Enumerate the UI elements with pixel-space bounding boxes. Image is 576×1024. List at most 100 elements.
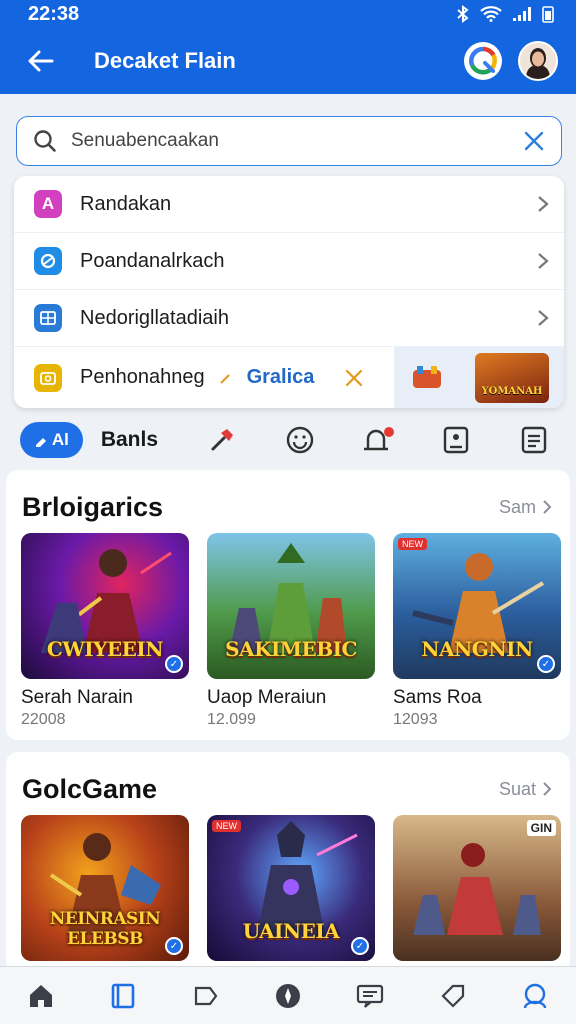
suggestion-thumbnails: YOMANAH [394, 347, 564, 408]
game-thumbnail: NEW NANGNIN ✓ [393, 533, 561, 679]
id-card-icon [443, 426, 469, 454]
see-all-link[interactable]: Sam [499, 497, 552, 518]
game-card[interactable]: NEW UAINEIA ✓ [207, 815, 375, 961]
game-thumbnail[interactable]: YOMANAH [475, 352, 549, 403]
back-button[interactable] [18, 39, 62, 83]
grid-icon [34, 304, 62, 332]
corner-badge: GIN [526, 820, 556, 836]
folder-icon [34, 363, 62, 392]
game-meta: 22008 [21, 711, 66, 728]
filter-icons [200, 418, 556, 462]
game-art-title: UAINEIA [242, 919, 340, 943]
status-time: 22:38 [28, 2, 80, 25]
search-icon [34, 130, 56, 152]
card-row: CWIYEEIN ✓ Serah Narain 22008 SAKIMEBIC … [6, 528, 570, 729]
nav-discover[interactable] [264, 972, 312, 1020]
section-games: GolcGame Suat NEINRASIN ELEBSB ✓ NEW UAI… [6, 752, 570, 972]
game-thumbnail: NEW UAINEIA ✓ [207, 815, 375, 961]
suggestion-item[interactable]: Penhonahneg Gralica YOMANAH [14, 347, 564, 408]
see-all-label: Sam [498, 496, 536, 517]
game-name: Sams Roa [393, 687, 482, 708]
status-icons [456, 5, 554, 23]
profile-icon [523, 983, 547, 1008]
game-card[interactable]: GIN [393, 815, 561, 961]
chevron-right-icon [538, 196, 549, 212]
thumbnail-title: YOMANAH [481, 385, 543, 397]
pencil-icon [219, 373, 230, 384]
letter-a-icon: A [34, 190, 62, 218]
suggestion-label: Randakan [80, 192, 172, 215]
verified-icon: ✓ [165, 655, 183, 673]
filter-all-label: Al [51, 430, 69, 449]
chevron-right-icon [543, 782, 552, 796]
game-thumbnail: SAKIMEBIC [207, 533, 375, 679]
app-bar: Decaket Flain [0, 28, 576, 94]
notification-icon [364, 427, 394, 451]
chevron-right-icon [538, 310, 549, 326]
game-meta: 12.099 [207, 711, 256, 728]
nav-profile[interactable] [511, 972, 559, 1020]
section-title: GolcGame [22, 773, 158, 804]
game-card[interactable]: CWIYEEIN ✓ Serah Narain 22008 [21, 533, 189, 729]
see-all-link[interactable]: Suat [499, 779, 552, 800]
game-card[interactable]: SAKIMEBIC Uaop Meraiun 12.099 [207, 533, 375, 729]
section-featured: Brloigarics Sam CWIYEEIN ✓ Serah Narain … [6, 470, 570, 740]
nav-messages[interactable] [346, 972, 394, 1020]
card-row: NEINRASIN ELEBSB ✓ NEW UAINEIA ✓ GIN [6, 810, 570, 961]
game-card[interactable]: NEINRASIN ELEBSB ✓ [21, 815, 189, 961]
bluetooth-icon [457, 5, 469, 23]
filter-label: Banls [100, 428, 158, 451]
game-art-title: SAKIMEBIC [225, 637, 357, 661]
suggestion-label: Penhonahneg [80, 366, 205, 388]
filter-all-chip[interactable]: Al [20, 422, 83, 458]
game-card[interactable]: NEW NANGNIN ✓ Sams Roa 12093 [393, 533, 561, 729]
new-badge: NEW [212, 820, 241, 832]
battery-icon [542, 6, 554, 23]
filter-list-button[interactable] [512, 418, 556, 462]
avatar[interactable] [518, 41, 558, 81]
suggestion-label: Poandanalrkach [80, 249, 225, 272]
section-header: GolcGame Suat [6, 752, 570, 810]
verified-icon: ✓ [165, 937, 183, 955]
message-icon [357, 984, 384, 1008]
page-title: Decaket Flain [94, 48, 236, 73]
hero-art-icon [413, 843, 541, 935]
clear-icon[interactable] [523, 130, 545, 152]
filter-notify-button[interactable] [356, 418, 400, 462]
assistant-button[interactable] [464, 42, 502, 80]
nav-tags[interactable] [429, 972, 477, 1020]
suggestion-item[interactable]: Nedorigllatadiaih [14, 290, 564, 347]
suggestion-item[interactable]: A Randakan [14, 176, 564, 233]
signal-icon [513, 7, 531, 21]
filter-card-button[interactable] [434, 418, 478, 462]
search-input[interactable] [71, 130, 523, 152]
close-icon[interactable] [344, 368, 364, 388]
game-name: Uaop Meraiun [207, 687, 327, 708]
game-thumbnail: GIN [393, 815, 561, 961]
label-icon [440, 984, 464, 1008]
shield-icon [34, 247, 62, 275]
compass-icon [275, 983, 300, 1008]
verified-icon: ✓ [351, 937, 369, 955]
status-bar: 22:38 [0, 0, 576, 28]
share-icon [194, 986, 218, 1005]
assistant-logo-icon [469, 46, 497, 75]
home-icon [30, 984, 53, 1007]
search-bar[interactable] [16, 116, 562, 166]
document-icon [521, 426, 547, 454]
arrow-left-icon [28, 50, 54, 72]
filter-emoji-button[interactable] [278, 418, 322, 462]
filter-tool-button[interactable] [200, 418, 244, 462]
nav-library[interactable] [99, 972, 147, 1020]
nav-home[interactable] [17, 972, 65, 1020]
nav-share[interactable] [182, 972, 230, 1020]
bottom-nav [0, 966, 576, 1024]
user-photo-icon [520, 43, 556, 79]
suggestion-label: Nedorigllatadiaih [80, 306, 229, 329]
wifi-icon [480, 6, 502, 22]
suggestion-chip[interactable]: Gralica [247, 366, 315, 389]
tag-icon [35, 438, 46, 447]
new-badge: NEW [398, 538, 427, 550]
section-title: Brloigarics [22, 491, 164, 522]
suggestion-item[interactable]: Poandanalrkach [14, 233, 564, 290]
